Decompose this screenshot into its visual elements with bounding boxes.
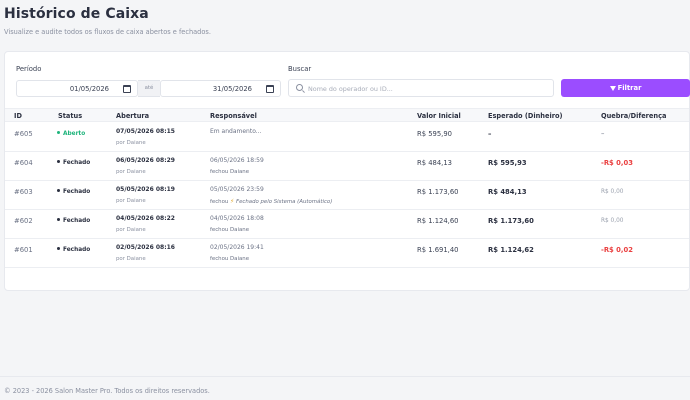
col-difference: Quebra/Diferença [601, 112, 667, 120]
date-from-value: 01/05/2026 [69, 85, 109, 93]
closed-by: fechou Daiane [210, 256, 250, 262]
col-responsible: Responsável [210, 112, 257, 120]
initial-value: R$ 1.124,60 [417, 217, 459, 225]
status-badge: Fechado [57, 247, 90, 253]
filter-button-label: Filtrar [617, 84, 642, 92]
search-box[interactable] [288, 79, 554, 97]
opened-by: por Daiane [116, 227, 146, 233]
status-badge: Fechado [57, 160, 90, 166]
row-id[interactable]: #603 [14, 188, 33, 196]
difference: R$ 0,00 [601, 189, 624, 195]
responsible-status: Em andamento... [210, 128, 262, 135]
table-row[interactable]: #604 Fechado 06/05/2026 08:29 por Daiane… [5, 152, 689, 181]
opened-by: por Daiane [116, 198, 146, 204]
row-id[interactable]: #604 [14, 159, 33, 167]
bolt-icon: ⚡ [230, 198, 235, 205]
table-row[interactable]: #603 Fechado 05/05/2026 08:19 por Daiane… [5, 181, 689, 210]
closed-at: 05/05/2026 23:59 [210, 186, 264, 193]
row-id[interactable]: #601 [14, 246, 33, 254]
initial-value: R$ 484,13 [417, 159, 452, 167]
date-to-input[interactable]: 31/05/2026 [160, 80, 281, 97]
search-label: Buscar [288, 65, 312, 73]
funnel-icon [609, 85, 616, 91]
initial-value: R$ 595,90 [417, 130, 452, 138]
filter-button[interactable]: Filtrar [561, 79, 690, 97]
row-id[interactable]: #605 [14, 130, 33, 138]
closed-at: 04/05/2026 18:08 [210, 215, 264, 222]
closed-at: 02/05/2026 19:41 [210, 244, 264, 251]
expected-cash: – [488, 130, 492, 138]
opened-by: por Daiane [116, 256, 146, 262]
col-expected-cash: Esperado (Dinheiro) [488, 112, 563, 120]
opened-at: 04/05/2026 08:22 [116, 215, 175, 222]
col-initial-value: Valor Inicial [417, 112, 461, 120]
date-from-input[interactable]: 01/05/2026 [16, 80, 138, 97]
search-input[interactable] [308, 82, 548, 95]
closed-by: fechou ⚡ Fechado pelo Sistema (Automátic… [210, 198, 333, 205]
col-id: ID [14, 112, 22, 120]
history-card: Período 01/05/2026 até 31/05/2026 Buscar… [4, 51, 690, 291]
page-subtitle: Visualize e audite todos os fluxos de ca… [4, 28, 211, 36]
calendar-icon[interactable] [266, 85, 274, 93]
page-header: Histórico de Caixa Visualize e audite to… [4, 6, 211, 36]
closed-by: fechou Daiane [210, 169, 250, 175]
table-row[interactable]: #602 Fechado 04/05/2026 08:22 por Daiane… [5, 210, 689, 239]
table-row[interactable]: #605 Aberto 07/05/2026 08:15 por Daiane … [5, 123, 689, 152]
row-id[interactable]: #602 [14, 217, 33, 225]
between-label: até [138, 80, 160, 97]
closed-at: 06/05/2026 18:59 [210, 157, 264, 164]
opened-at: 06/05/2026 08:29 [116, 157, 175, 164]
difference: R$ 0,00 [601, 218, 624, 224]
footer-copyright: © 2023 - 2026 Salon Master Pro. Todos os… [4, 387, 210, 395]
opened-by: por Daiane [116, 169, 146, 175]
search-icon [296, 84, 303, 91]
opened-at: 02/05/2026 08:16 [116, 244, 175, 251]
status-badge: Fechado [57, 218, 90, 224]
expected-cash: R$ 595,93 [488, 159, 527, 167]
difference: -R$ 0,02 [601, 246, 633, 254]
difference: – [601, 130, 605, 138]
col-status: Status [58, 112, 83, 120]
opened-at: 05/05/2026 08:19 [116, 186, 175, 193]
status-badge: Aberto [57, 131, 85, 137]
page-title: Histórico de Caixa [4, 6, 149, 22]
opened-at: 07/05/2026 08:15 [116, 128, 175, 135]
difference: -R$ 0,03 [601, 159, 633, 167]
initial-value: R$ 1.691,40 [417, 246, 459, 254]
col-opening: Abertura [116, 112, 150, 120]
status-badge: Fechado [57, 189, 90, 195]
table-row[interactable]: #601 Fechado 02/05/2026 08:16 por Daiane… [5, 239, 689, 268]
expected-cash: R$ 1.124,62 [488, 246, 534, 254]
expected-cash: R$ 484,13 [488, 188, 527, 196]
table-header: ID Status Abertura Responsável Valor Ini… [5, 108, 689, 122]
closed-by: fechou Daiane [210, 227, 250, 233]
auto-close-note: Fechado pelo Sistema (Automático) [235, 199, 333, 205]
opened-by: por Daiane [116, 140, 146, 146]
footer-divider [0, 376, 690, 377]
calendar-icon[interactable] [123, 85, 131, 93]
period-label: Período [16, 65, 42, 73]
date-to-value: 31/05/2026 [212, 85, 252, 93]
filters-bar: Período 01/05/2026 até 31/05/2026 Buscar… [16, 65, 690, 101]
initial-value: R$ 1.173,60 [417, 188, 459, 196]
expected-cash: R$ 1.173,60 [488, 217, 534, 225]
